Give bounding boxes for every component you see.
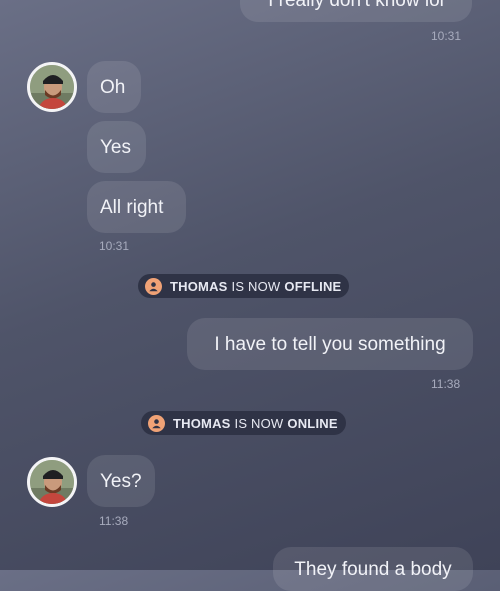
message-text: Oh — [100, 76, 126, 98]
status-online-badge: THOMAS IS NOW ONLINE — [141, 411, 346, 435]
message-time: 11:38 — [431, 377, 461, 391]
outgoing-message[interactable]: They found a body — [273, 547, 473, 591]
status-user-name: THOMAS — [170, 278, 228, 294]
message-time: 11:38 — [99, 514, 129, 528]
message-time: 10:31 — [431, 29, 462, 43]
incoming-message[interactable]: Yes? — [87, 455, 155, 507]
incoming-message[interactable]: All right — [87, 181, 186, 233]
avatar-photo — [30, 460, 74, 504]
message-text: Yes — [100, 136, 131, 158]
incoming-message[interactable]: Yes — [87, 121, 146, 173]
status-middle-text: IS NOW — [231, 278, 281, 294]
message-text: I have to tell you something — [214, 333, 446, 355]
avatar[interactable] — [27, 457, 77, 507]
outgoing-message[interactable]: I have to tell you something — [187, 318, 473, 370]
user-icon — [145, 277, 162, 295]
status-middle-text: IS NOW — [234, 415, 284, 431]
status-state: OFFLINE — [284, 278, 342, 294]
message-text: All right — [100, 196, 164, 218]
message-text: Yes? — [100, 470, 142, 492]
message-time: 10:31 — [99, 239, 130, 253]
message-text: I really don't know lol — [268, 0, 444, 11]
incoming-message[interactable]: Oh — [87, 61, 141, 113]
avatar[interactable] — [27, 62, 77, 112]
status-offline-badge: THOMAS IS NOW OFFLINE — [138, 274, 350, 298]
outgoing-message[interactable]: I really don't know lol — [240, 0, 472, 22]
status-state: ONLINE — [287, 415, 338, 431]
status-user-name: THOMAS — [173, 415, 231, 431]
user-icon — [148, 414, 165, 432]
avatar-photo — [30, 65, 74, 109]
